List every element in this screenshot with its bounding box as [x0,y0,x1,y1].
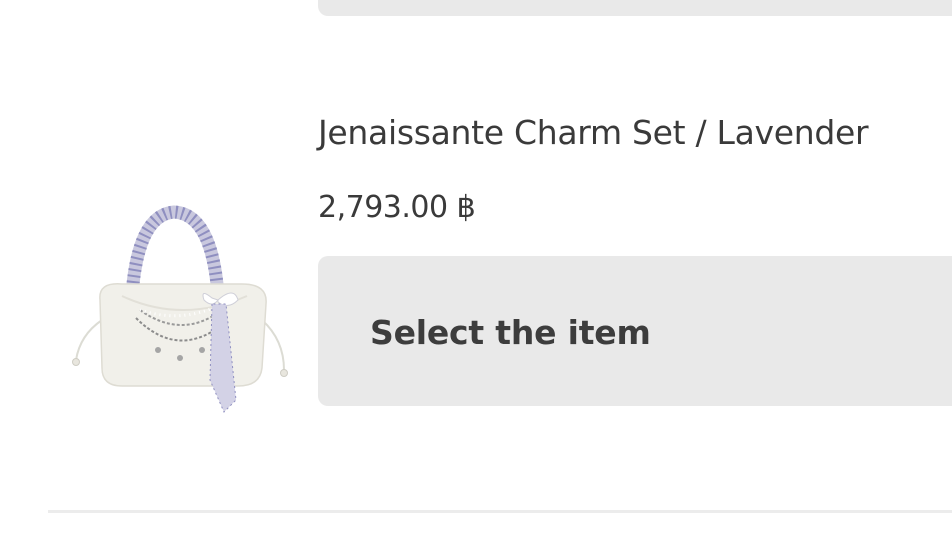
product-page: Jenaissante Charm Set / Lavender 2,793.0… [0,0,952,535]
divider [48,510,952,513]
product-image[interactable] [62,200,292,425]
product-price: 2,793.00 ฿ [318,190,476,225]
previous-item-card[interactable] [318,0,952,16]
select-item-label: Select the item [370,313,651,352]
select-item-button[interactable]: Select the item [318,256,952,406]
product-title: Jenaissante Charm Set / Lavender [318,113,869,152]
handbag-icon [72,205,288,413]
